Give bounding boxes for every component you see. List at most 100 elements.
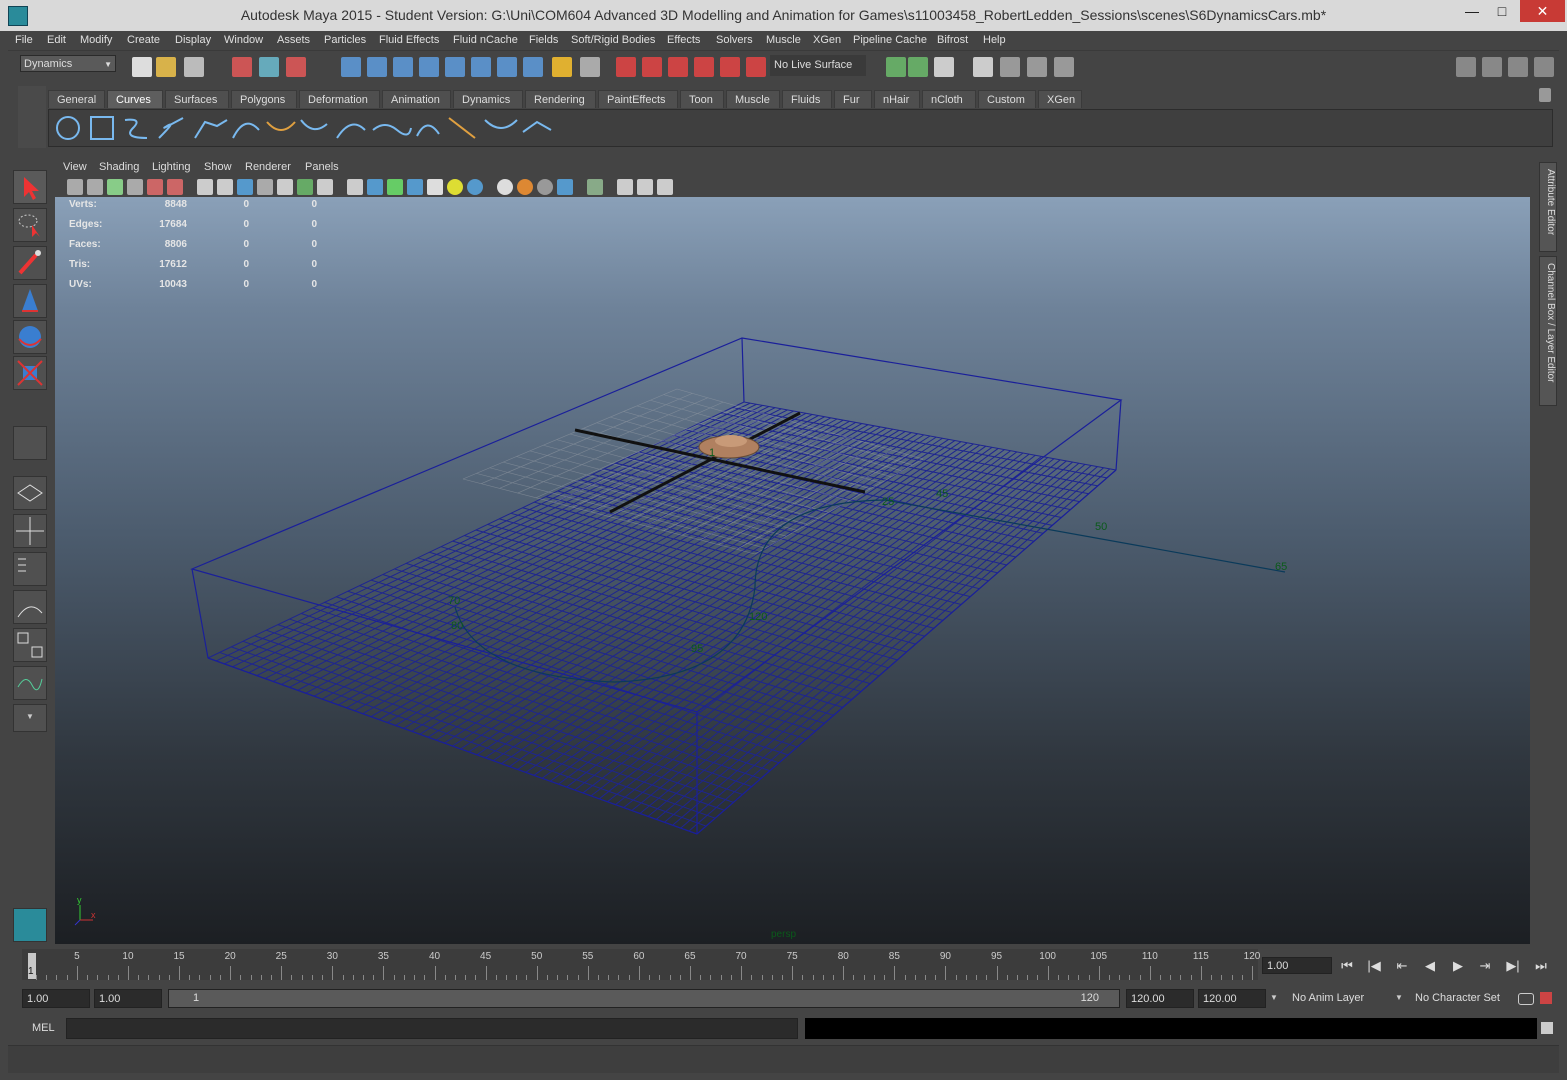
xray-joints-icon[interactable] bbox=[617, 179, 633, 195]
open-scene-icon[interactable] bbox=[156, 57, 176, 77]
shelf-tab-dynamics[interactable]: Dynamics bbox=[453, 90, 523, 108]
anti-aliasing-icon[interactable] bbox=[557, 179, 573, 195]
persp-graph-layout-button[interactable] bbox=[13, 590, 47, 624]
maximize-button[interactable]: □ bbox=[1487, 0, 1517, 22]
shelf-tab-toon[interactable]: Toon bbox=[680, 90, 724, 108]
command-input[interactable] bbox=[66, 1018, 798, 1039]
camera-attributes-icon[interactable] bbox=[87, 179, 103, 195]
current-frame-field[interactable]: 1.00 bbox=[1262, 957, 1332, 974]
menu-display[interactable]: Display bbox=[175, 34, 211, 46]
render-view-icon[interactable] bbox=[973, 57, 993, 77]
snap-to-point-icon[interactable] bbox=[393, 57, 413, 77]
select-by-object-icon[interactable] bbox=[259, 57, 279, 77]
menu-soft-rigid-bodies[interactable]: Soft/Rigid Bodies bbox=[571, 34, 655, 46]
history-icon[interactable] bbox=[471, 57, 491, 77]
single-perspective-layout-button[interactable] bbox=[13, 476, 47, 510]
panel-menu-renderer[interactable]: Renderer bbox=[245, 161, 291, 173]
step-back-key-button[interactable]: |◀ bbox=[1363, 958, 1385, 974]
minimize-button[interactable]: — bbox=[1457, 0, 1487, 22]
smooth-shade-icon[interactable] bbox=[367, 179, 383, 195]
magnet-snap-icon[interactable] bbox=[616, 57, 636, 77]
xray-icon[interactable] bbox=[497, 179, 513, 195]
render-globals-icon[interactable] bbox=[1054, 57, 1074, 77]
menu-assets[interactable]: Assets bbox=[277, 34, 310, 46]
menu-bifrost[interactable]: Bifrost bbox=[937, 34, 968, 46]
lock-icon[interactable] bbox=[552, 57, 572, 77]
scale-tool-button[interactable] bbox=[13, 356, 47, 390]
four-view-layout-button[interactable] bbox=[13, 514, 47, 548]
menu-pipeline-cache[interactable]: Pipeline Cache bbox=[853, 34, 927, 46]
save-scene-icon[interactable] bbox=[184, 57, 204, 77]
grease-pencil-icon[interactable] bbox=[167, 179, 183, 195]
ambient-occlusion-icon[interactable] bbox=[517, 179, 533, 195]
shelf-tab-muscle[interactable]: Muscle bbox=[726, 90, 780, 108]
panel-menu-view[interactable]: View bbox=[63, 161, 87, 173]
close-button[interactable]: ✕ bbox=[1520, 0, 1565, 22]
script-language-label[interactable]: MEL bbox=[32, 1022, 55, 1034]
shelf-tab-rendering[interactable]: Rendering bbox=[525, 90, 596, 108]
start-time-field[interactable]: 1.00 bbox=[22, 989, 90, 1008]
render-icon[interactable] bbox=[497, 57, 517, 77]
wireframe-icon[interactable] bbox=[347, 179, 363, 195]
shelf-tab-ncloth[interactable]: nCloth bbox=[922, 90, 976, 108]
checker-icon[interactable] bbox=[427, 179, 443, 195]
safe-action-icon[interactable] bbox=[297, 179, 313, 195]
attribute-editor-toggle-icon[interactable] bbox=[1482, 57, 1502, 77]
play-backwards-button[interactable]: ◀ bbox=[1419, 958, 1441, 974]
shelf-tab-fluids[interactable]: Fluids bbox=[782, 90, 832, 108]
shelf-tab-animation[interactable]: Animation bbox=[382, 90, 451, 108]
hypershade-icon[interactable] bbox=[1027, 57, 1047, 77]
snap-surface-icon[interactable] bbox=[694, 57, 714, 77]
scene-graphics[interactable]: 1 25 45 50 65 70 80 95 120 persp y x bbox=[55, 197, 1530, 944]
menu-fields[interactable]: Fields bbox=[529, 34, 558, 46]
shelf-tab-painteffects[interactable]: PaintEffects bbox=[598, 90, 678, 108]
range-slider-bar[interactable]: 1 120 bbox=[168, 989, 1120, 1008]
channel-box-toggle-icon[interactable] bbox=[1534, 57, 1554, 77]
make-live-icon[interactable] bbox=[445, 57, 465, 77]
preferences-icon[interactable] bbox=[1540, 992, 1552, 1004]
textured-icon[interactable] bbox=[407, 179, 423, 195]
attribute-editor-tab[interactable]: Attribute Editor bbox=[1539, 162, 1557, 252]
layout-toggle-icon[interactable] bbox=[1456, 57, 1476, 77]
character-set-dropdown[interactable]: No Character Set bbox=[1411, 989, 1513, 1008]
lasso-tool-button[interactable] bbox=[13, 208, 47, 242]
shelf-trash-icon[interactable] bbox=[1539, 88, 1551, 102]
menu-help[interactable]: Help bbox=[983, 34, 1006, 46]
make-live-magnet-icon[interactable] bbox=[746, 57, 766, 77]
end-time-field[interactable]: 120.00 bbox=[1198, 989, 1266, 1008]
range-handle-end[interactable]: 120 bbox=[1081, 992, 1099, 1004]
grid-toggle-icon[interactable] bbox=[197, 179, 213, 195]
help-icon[interactable] bbox=[523, 57, 543, 77]
select-camera-icon[interactable] bbox=[67, 179, 83, 195]
last-tool-button[interactable] bbox=[13, 426, 47, 460]
menu-edit[interactable]: Edit bbox=[47, 34, 66, 46]
shelf-tab-fur[interactable]: Fur bbox=[834, 90, 872, 108]
panel-menu-lighting[interactable]: Lighting bbox=[152, 161, 191, 173]
hypershade-layout-button[interactable] bbox=[13, 628, 47, 662]
shelf-tab-custom[interactable]: Custom bbox=[978, 90, 1036, 108]
panel-menu-panels[interactable]: Panels bbox=[305, 161, 339, 173]
key-icon[interactable] bbox=[1518, 993, 1534, 1005]
select-by-hierarchy-icon[interactable] bbox=[232, 57, 252, 77]
menu-set-dropdown[interactable]: Dynamics ▼ bbox=[20, 55, 116, 72]
panel-menu-show[interactable]: Show bbox=[204, 161, 232, 173]
step-forward-key-button[interactable]: ▶| bbox=[1502, 958, 1524, 974]
shelf-tab-polygons[interactable]: Polygons bbox=[231, 90, 297, 108]
two-d-pan-zoom-icon[interactable] bbox=[147, 179, 163, 195]
ipr-render-icon[interactable] bbox=[1000, 57, 1020, 77]
anim-layer-dropdown[interactable]: No Anim Layer bbox=[1288, 989, 1390, 1008]
play-forwards-button[interactable]: ▶ bbox=[1447, 958, 1469, 974]
snap-point-icon[interactable] bbox=[668, 57, 688, 77]
menu-effects[interactable]: Effects bbox=[667, 34, 700, 46]
menu-solvers[interactable]: Solvers bbox=[716, 34, 753, 46]
script-editor-icon[interactable] bbox=[1541, 1022, 1553, 1034]
layout-menu-button[interactable]: ▼ bbox=[13, 704, 47, 732]
channel-box-layer-editor-tab[interactable]: Channel Box / Layer Editor bbox=[1539, 256, 1557, 406]
use-default-lighting-icon[interactable] bbox=[447, 179, 463, 195]
tool-settings-toggle-icon[interactable] bbox=[1508, 57, 1528, 77]
shelf-tab-nhair[interactable]: nHair bbox=[874, 90, 920, 108]
graph-editor-layout-button[interactable] bbox=[13, 666, 47, 700]
bookmarks-icon[interactable] bbox=[107, 179, 123, 195]
snap-to-view-plane-icon[interactable] bbox=[419, 57, 439, 77]
playback-end-field[interactable]: 120.00 bbox=[1126, 989, 1194, 1008]
